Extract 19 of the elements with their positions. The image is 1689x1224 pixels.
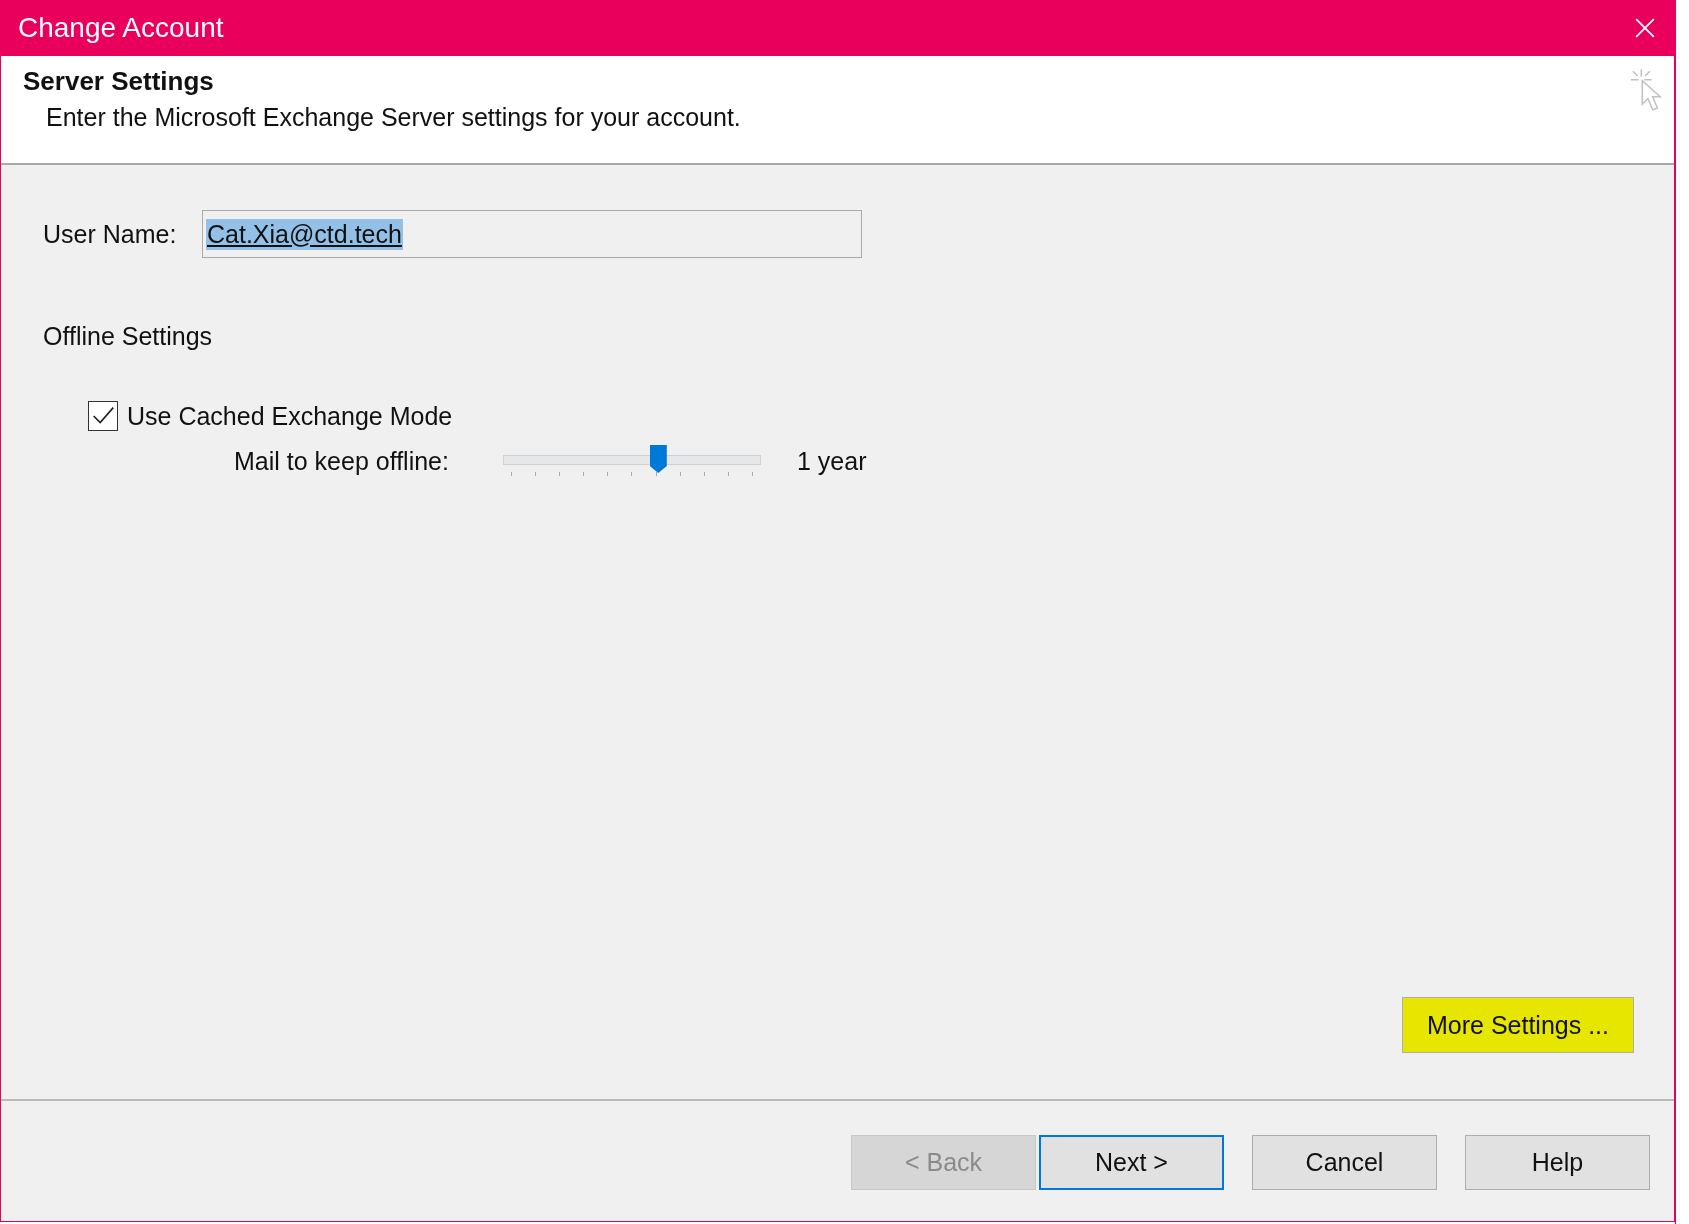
cursor-sparkle-icon [1630,68,1664,114]
slider[interactable] [503,445,761,477]
user-name-field[interactable]: Cat.Xia@ctd.tech [202,210,862,258]
header-subtitle: Enter the Microsoft Exchange Server settings for your account. [46,103,741,132]
section-heading: Offline Settings [43,322,213,351]
close-icon[interactable] [1634,17,1656,39]
dialog-button[interactable]: Cancel [1252,1135,1437,1190]
header-title: Server Settings [23,66,215,97]
slider-reading: 1 year [797,446,867,476]
user-name-value: Cat.Xia@ctd.tech [206,218,403,250]
window-title: Change Account [18,12,224,44]
slider-thumb[interactable] [649,445,667,473]
user-name-label: User Name: [43,219,178,249]
dialog-button[interactable]: Help [1465,1135,1650,1190]
more-settings-button[interactable]: More Settings ... [1402,997,1634,1053]
dialog-button[interactable]: Next > [1039,1135,1224,1190]
checkbox-label: Use Cached Exchange Mode [127,401,453,431]
checkbox[interactable] [88,401,118,431]
slider-label: Mail to keep offline: [234,446,450,476]
